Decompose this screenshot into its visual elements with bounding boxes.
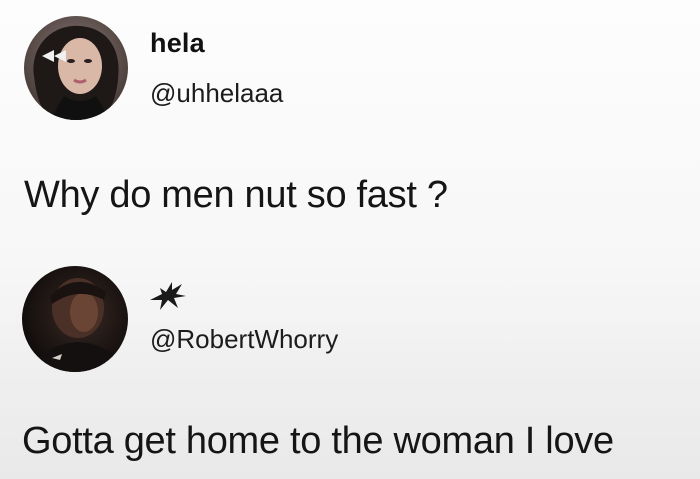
display-name-hela[interactable]: hela [150,28,205,59]
tweet-text-2: Gotta get home to the woman I love [22,420,614,462]
bird-emblem-icon [148,278,188,312]
tweet-text-1: Why do men nut so fast ? [24,174,448,216]
handle-uhhelaaa[interactable]: @uhhelaaa [150,78,283,109]
avatar-hela[interactable] [24,16,128,120]
handle-robertwhorry[interactable]: @RobertWhorry [150,324,338,355]
screenshot-page: hela @uhhelaaa Why do men nut so fast ? [0,0,700,479]
profile-photo-woman-icon [24,16,128,120]
profile-photo-man-icon [22,266,128,372]
avatar-robertwhorry[interactable] [22,266,128,372]
